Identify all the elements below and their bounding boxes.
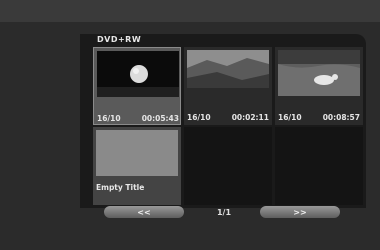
title-duration: 00:05:43 xyxy=(141,114,179,123)
title-item-3[interactable]: 16/10 00:08:57 xyxy=(275,47,363,125)
title-grid: 16/10 00:05:43 16/10 00:02:11 16/10 00:0… xyxy=(93,47,367,205)
page-navigation: << 1/1 >> xyxy=(104,205,344,219)
title-duration: 00:02:11 xyxy=(231,113,269,122)
title-duration: 00:08:57 xyxy=(322,113,360,122)
title-date: 16/10 xyxy=(278,113,302,122)
title-info: 16/10 00:05:43 xyxy=(94,114,182,126)
empty-slot xyxy=(275,127,363,205)
animal-in-field-icon xyxy=(278,50,360,96)
disc-type-label: DVD+RW xyxy=(97,35,142,44)
empty-thumbnail xyxy=(96,130,178,176)
previous-page-button[interactable]: << xyxy=(104,206,184,218)
title-info: 16/10 00:02:11 xyxy=(184,113,272,125)
title-date: 16/10 xyxy=(187,113,211,122)
next-page-button[interactable]: >> xyxy=(260,206,340,218)
title-list-screen: DVD+RW 16/10 00:05:43 16/10 00:02:11 16/… xyxy=(0,0,380,250)
title-date: 16/10 xyxy=(97,114,121,123)
title-info: 16/10 00:08:57 xyxy=(275,113,363,125)
top-band xyxy=(0,0,380,22)
empty-title-item[interactable]: Empty Title xyxy=(93,127,181,205)
title-item-2[interactable]: 16/10 00:02:11 xyxy=(184,47,272,125)
landscape-icon xyxy=(187,50,269,96)
page-indicator: 1/1 xyxy=(216,207,232,217)
title-item-1[interactable]: 16/10 00:05:43 xyxy=(93,47,181,125)
empty-slot xyxy=(184,127,272,205)
ball-on-dark-icon xyxy=(97,51,179,97)
empty-title-label: Empty Title xyxy=(96,183,145,192)
